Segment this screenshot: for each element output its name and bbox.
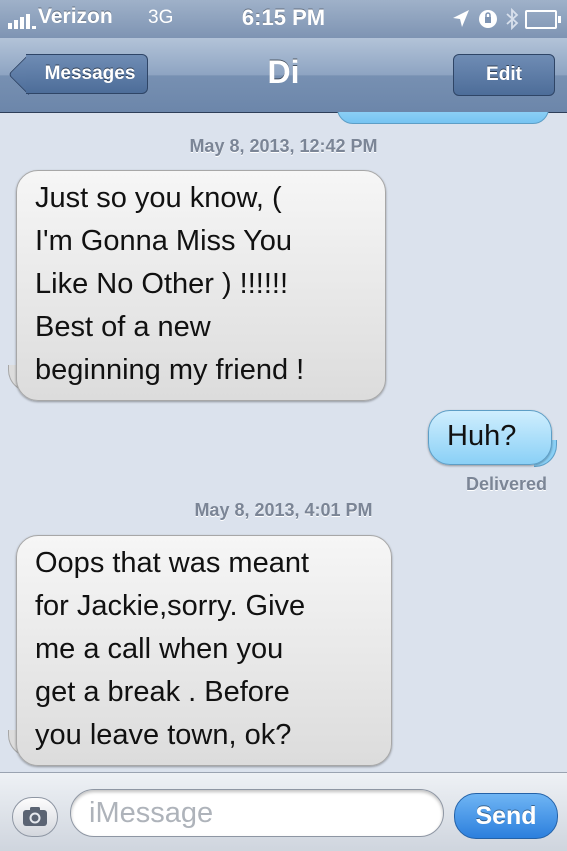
message-line: for Jackie,sorry. Give <box>35 590 306 622</box>
battery-icon <box>525 10 561 29</box>
message-line: you leave town, ok? <box>35 719 292 751</box>
incoming-message-bubble[interactable]: Just so you know, ( I'm Gonna Miss You L… <box>16 170 386 401</box>
previous-outgoing-bubble <box>337 112 549 124</box>
send-button[interactable]: Send <box>454 793 558 839</box>
status-icons <box>407 8 561 30</box>
message-line: beginning my friend ! <box>35 354 305 386</box>
camera-icon <box>23 807 47 826</box>
location-arrow-icon <box>453 10 469 27</box>
bluetooth-icon <box>506 8 519 30</box>
outgoing-message-bubble[interactable]: Huh? <box>428 410 552 465</box>
lock-rotation-icon <box>479 10 497 28</box>
message-line: get a break . Before <box>35 676 290 708</box>
message-composer: Send <box>0 772 567 851</box>
camera-button[interactable] <box>12 797 58 837</box>
timestamp: May 8, 2013, 4:01 PM <box>194 500 373 520</box>
message-line: me a call when you <box>35 633 284 665</box>
message-line: Oops that was meant <box>35 547 310 579</box>
message-line: Huh? <box>447 420 517 452</box>
incoming-message-bubble[interactable]: Oops that was meant for Jackie,sorry. Gi… <box>16 535 392 766</box>
imessage-input[interactable] <box>70 789 444 837</box>
message-line: Best of a new <box>35 311 211 343</box>
message-line: I'm Gonna Miss You <box>35 225 293 257</box>
message-line: Like No Other ) !!!!!! <box>35 268 289 300</box>
message-thread[interactable]: May 8, 2013, 12:42 PM Just so you know, … <box>0 112 567 772</box>
status-bar: Verizon 3G 6:15 PM <box>0 0 567 38</box>
timestamp: May 8, 2013, 12:42 PM <box>189 136 378 156</box>
navigation-bar: Messages Di Edit <box>0 38 567 113</box>
edit-button[interactable]: Edit <box>453 54 555 96</box>
message-line: Just so you know, ( <box>35 182 282 214</box>
delivered-status: Delivered <box>465 474 547 494</box>
